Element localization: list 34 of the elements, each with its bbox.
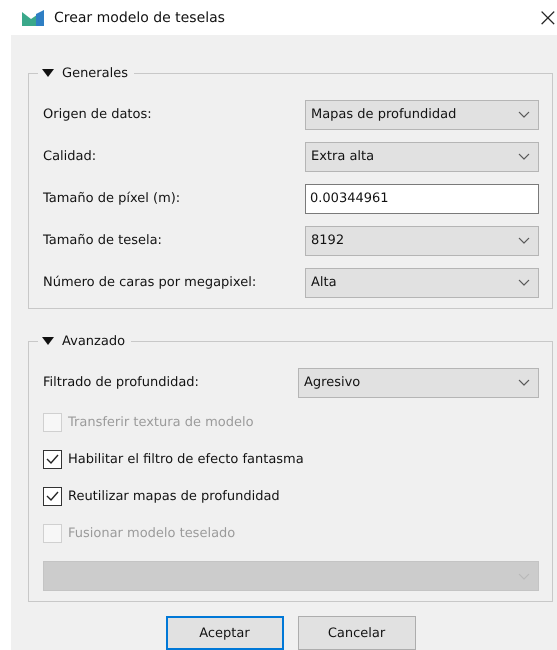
checkbox[interactable]: [43, 450, 62, 468]
triangle-icon[interactable]: [42, 69, 54, 77]
cancel-button[interactable]: Cancelar: [298, 616, 416, 650]
dropdown[interactable]: Mapas de profundidad: [305, 100, 539, 130]
triangle-icon[interactable]: [42, 337, 54, 345]
field-label: Origen de datos:: [43, 107, 153, 122]
chevron-icon: [518, 237, 530, 244]
checkbox-label: Habilitar el filtro de efecto fantasma: [68, 452, 304, 466]
dropdown[interactable]: Alta: [305, 268, 539, 298]
checkbox-label: Reutilizar mapas de profundidad: [68, 488, 280, 504]
window-title: Crear modelo de teselas: [54, 10, 226, 26]
chevron-icon: [518, 111, 530, 118]
input-field[interactable]: 0.00344961: [305, 184, 539, 214]
field-label: Número de caras por megapixel:: [43, 275, 258, 290]
dropdown[interactable]: Extra alta: [305, 142, 539, 172]
ok-button[interactable]: Aceptar: [166, 616, 284, 650]
close-button[interactable]: ×: [537, 2, 557, 32]
check-icon: [46, 490, 59, 502]
dropdown[interactable]: 8192: [305, 226, 539, 256]
field-label: Filtrado de profundidad:: [43, 375, 200, 390]
group-title: Avanzado: [62, 334, 126, 348]
checkbox[interactable]: [43, 486, 62, 506]
field-label: Tamaño de tesela:: [43, 233, 163, 248]
checkbox-label: Transferir textura de modelo: [68, 414, 254, 430]
field-label: Tamaño de píxel (m):: [43, 191, 182, 206]
check-icon: [46, 454, 59, 464]
chevron-icon: [518, 153, 530, 160]
dropdown[interactable]: Agresivo: [298, 368, 539, 398]
app-logo-icon: [22, 10, 44, 26]
field-label: Calidad:: [43, 149, 98, 164]
chevron-icon: [518, 279, 530, 286]
checkbox-label: Fusionar modelo teselado: [68, 526, 236, 540]
chevron-icon: [518, 379, 530, 386]
group-title: Generales: [62, 66, 128, 80]
